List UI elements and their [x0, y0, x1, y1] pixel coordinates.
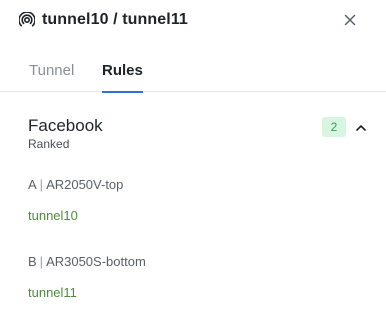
panel-header: tunnel10 / tunnel11 [18, 9, 370, 31]
group-title: Facebook [28, 116, 103, 135]
detail-panel: tunnel10 / tunnel11 Tunnel Rules Faceboo… [0, 0, 386, 318]
rule-tunnel-link[interactable]: tunnel10 [28, 208, 123, 224]
rule-tunnel-link[interactable]: tunnel11 [28, 285, 146, 301]
tab-rules[interactable]: Rules [102, 62, 143, 93]
rule-label: B | AR3050S-bottom [28, 254, 146, 270]
tab-bar: Tunnel Rules [0, 62, 386, 93]
panel-title: tunnel10 / tunnel11 [42, 11, 188, 28]
rule-device: AR2050V-top [46, 177, 124, 192]
rule-item-a: A | AR2050V-top tunnel10 [28, 177, 123, 224]
broadcast-icon [18, 11, 36, 29]
rule-item-b: B | AR3050S-bottom tunnel11 [28, 254, 146, 301]
rule-letter: A [28, 177, 37, 192]
chevron-up-icon[interactable] [352, 118, 370, 136]
group-subtitle: Ranked [28, 137, 70, 151]
tab-rules-label: Rules [102, 62, 143, 79]
rule-letter: B [28, 254, 37, 269]
rule-device: AR3050S-bottom [46, 254, 146, 269]
rule-separator: | [39, 254, 44, 269]
tab-tunnel-label: Tunnel [29, 62, 75, 79]
close-icon[interactable] [338, 8, 362, 32]
rule-label: A | AR2050V-top [28, 177, 123, 193]
rule-separator: | [39, 177, 44, 192]
count-badge: 2 [322, 117, 346, 137]
active-tab-indicator [102, 91, 143, 93]
tab-tunnel[interactable]: Tunnel [29, 62, 74, 92]
rule-group-facebook: Facebook Ranked 2 [28, 116, 368, 151]
